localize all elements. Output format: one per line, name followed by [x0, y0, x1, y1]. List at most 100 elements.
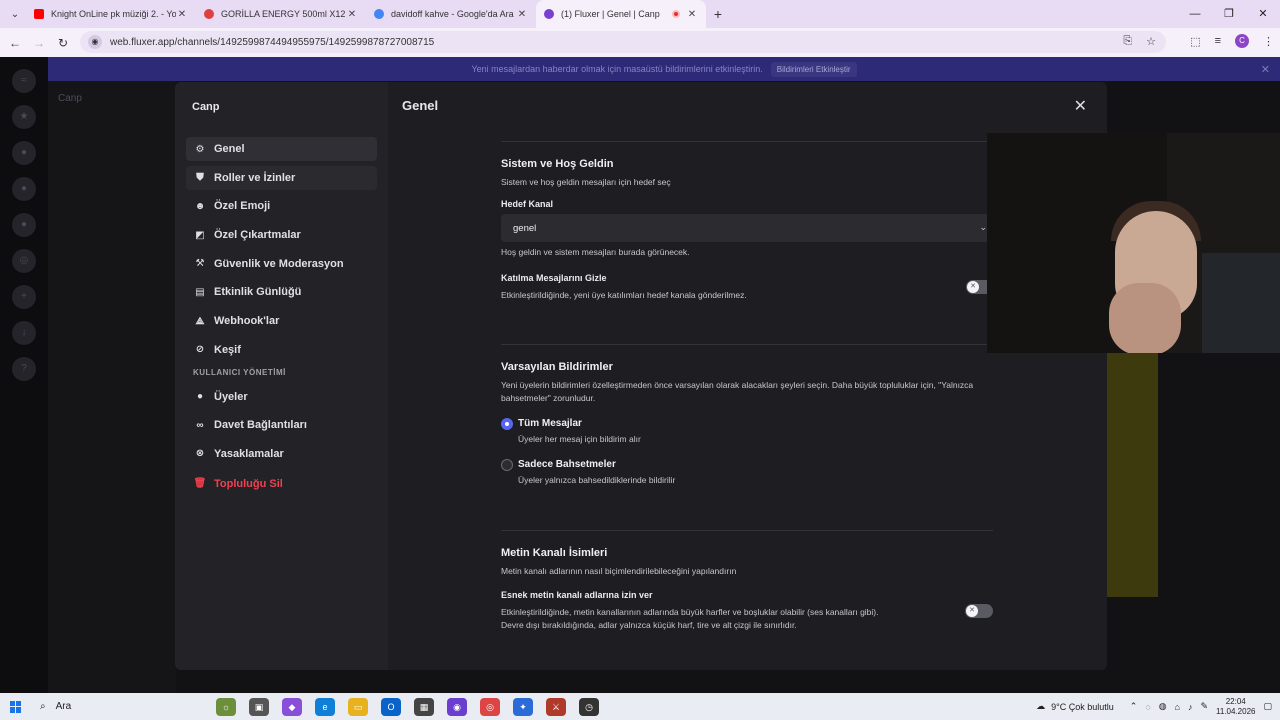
target-channel-select[interactable]: genel ⌄ [501, 214, 991, 242]
flex-names-desc: Devre dışı bırakıldığında, adlar yalnızc… [501, 620, 797, 630]
nav-item-invites[interactable]: ∞ Davet Bağlantıları [186, 413, 377, 437]
weather-widget[interactable]: ☁ 9°C Çok bulutlu [1036, 701, 1114, 712]
install-app-icon[interactable]: ⎘ [1123, 35, 1132, 48]
address-bar[interactable]: ◉ web.fluxer.app/channels/14925998744949… [80, 31, 1166, 53]
network-icon[interactable]: ⌂ [1175, 702, 1180, 712]
maximize-icon[interactable]: ❐ [1212, 0, 1246, 28]
window-close-icon[interactable]: ✕ [1246, 0, 1280, 28]
store-icon[interactable]: ▦ [414, 697, 434, 716]
delete-community-button[interactable]: 🗑 Topluluğu Sil [186, 472, 377, 496]
extensions-icon[interactable]: ⬚ [1190, 35, 1200, 48]
clock-date: 11.04.2026 [1216, 706, 1256, 716]
chevron-down-icon: ⌄ [979, 222, 987, 232]
app-icon[interactable]: ◷ [579, 697, 599, 716]
pen-icon[interactable]: ✎ [1200, 701, 1208, 712]
tray-icon[interactable]: ◌ [1145, 702, 1150, 712]
close-icon[interactable]: ✕ [176, 9, 188, 20]
server-icon[interactable]: ● [12, 213, 36, 237]
nav-label: Özel Çıkartmalar [214, 229, 301, 242]
nav-item-bans[interactable]: ⊗ Yasaklamalar [186, 442, 377, 466]
nav-item-stickers[interactable]: ◩ Özel Çıkartmalar [186, 223, 377, 247]
nav-label: Roller ve İzinler [214, 171, 296, 184]
fluxer-icon [544, 9, 554, 19]
file-explorer-icon[interactable]: ▭ [348, 697, 368, 716]
windows-start-icon[interactable] [10, 700, 22, 713]
star-icon[interactable]: ★ [12, 105, 36, 129]
minimize-icon[interactable]: — [1178, 0, 1212, 28]
close-icon[interactable]: ✕ [686, 9, 698, 20]
flex-names-toggle[interactable]: ✕ [965, 604, 993, 618]
notification-icon[interactable]: ▢ [1263, 701, 1272, 712]
enable-notifications-button[interactable]: Bildirimleri Etkinleştir [770, 61, 857, 77]
radio-mentions-only[interactable] [501, 459, 513, 471]
nav-item-audit-log[interactable]: ▤ Etkinlik Günlüğü [186, 280, 377, 304]
back-icon[interactable]: ← [3, 36, 27, 50]
taskbar-apps: ☼ ▣ ◆ e ▭ O ▦ ◉ ◎ ✦ ⚔ ◷ [216, 697, 599, 716]
chevron-up-icon[interactable]: ⌃ [1130, 701, 1138, 712]
section-desc-notifications: Yeni üyelerin bildirimleri özelleştirmed… [501, 380, 974, 403]
tray-icon[interactable]: ◍ [1159, 701, 1167, 712]
new-tab-button[interactable]: + [706, 6, 730, 22]
nav-item-members[interactable]: ● Üyeler [186, 385, 377, 409]
close-icon[interactable]: ✕ [1074, 96, 1087, 116]
copilot-icon[interactable]: ◆ [282, 697, 302, 716]
nav-item-moderation[interactable]: ⚒ Güvenlik ve Moderasyon [186, 252, 377, 276]
server-icon[interactable]: ● [12, 141, 36, 165]
help-icon[interactable]: ? [12, 357, 36, 381]
edge-icon[interactable]: e [315, 697, 335, 716]
add-server-icon[interactable]: + [12, 285, 36, 309]
flex-names-title: Esnek metin kanalı adlarına izin ver [501, 590, 653, 600]
radio-desc: Üyeler yalnızca bahsedildiklerinde bildi… [518, 475, 676, 485]
person-icon: ● [196, 391, 204, 402]
game-icon[interactable]: ⚔ [546, 697, 566, 716]
site-info-icon[interactable]: ◉ [88, 35, 102, 49]
browser-tab[interactable]: davidoff kahve - Google'da Ara ✕ [366, 0, 536, 28]
browser-tab-active[interactable]: (1) Fluxer | Genel | Canp ✕ [536, 0, 706, 28]
tab-search-icon[interactable]: ⌄ [4, 3, 26, 25]
widget-icon[interactable]: ☼ [216, 697, 236, 716]
task-view-icon[interactable]: ▣ [249, 697, 269, 716]
sticker-icon: ◩ [195, 229, 205, 241]
nav-item-roller[interactable]: ⛊ Roller ve İzinler [186, 165, 377, 190]
forward-icon[interactable]: → [27, 36, 51, 50]
settings-sidebar: Canp ⚙ Genel ⛊ Roller ve İzinler ☻ Özel … [175, 82, 388, 670]
profile-avatar[interactable]: C [1235, 34, 1249, 48]
close-icon[interactable]: ✕ [516, 9, 528, 20]
divider [501, 344, 993, 345]
browser-tab[interactable]: GORİLLA ENERGY 500ml X12 En ✕ [196, 0, 366, 28]
app-icon[interactable]: ✦ [513, 697, 533, 716]
bookmark-star-icon[interactable]: ☆ [1146, 35, 1156, 48]
nav-item-discovery[interactable]: ⊘ Keşif [186, 338, 377, 362]
home-icon[interactable]: ≈ [12, 69, 36, 93]
settings-server-title: Canp [192, 101, 220, 113]
nav-item-genel[interactable]: ⚙ Genel [186, 137, 377, 161]
google-icon [374, 9, 384, 19]
windows-taskbar: ⌕ Ara ☼ ▣ ◆ e ▭ O ▦ ◉ ◎ ✦ ⚔ ◷ ☁ 9°C Çok … [0, 693, 1280, 720]
download-icon[interactable]: ↓ [12, 321, 36, 345]
close-icon[interactable]: ✕ [1261, 63, 1270, 76]
taskbar-search[interactable]: ⌕ Ara [40, 701, 170, 712]
browser-toolbar: ← → ↻ ◉ web.fluxer.app/channels/14925998… [0, 28, 1280, 57]
youtube-icon [34, 9, 44, 19]
clock[interactable]: 22:04 11.04.2026 [1216, 697, 1255, 717]
webcam-hand [1109, 283, 1181, 353]
chrome-icon[interactable]: ◎ [480, 697, 500, 716]
section-desc-text-channels: Metin kanalı adlarının nasıl biçimlendir… [501, 566, 737, 576]
menu-icon[interactable]: ⋮ [1263, 35, 1274, 48]
shield-icon: ⛊ [196, 172, 204, 184]
browser-tab[interactable]: Knight OnLine pk müziği 2. - Yo ✕ [26, 0, 196, 28]
search-icon: ⌕ [40, 701, 46, 712]
close-icon[interactable]: ✕ [346, 9, 358, 20]
outlook-icon[interactable]: O [381, 697, 401, 716]
server-icon[interactable]: ● [12, 177, 36, 201]
trash-icon: 🗑 [193, 478, 207, 490]
discover-icon[interactable]: ◎ [12, 249, 36, 273]
nav-label: Webhook'lar [214, 315, 280, 328]
radio-all-messages[interactable] [501, 418, 513, 430]
media-icon[interactable]: ≡ [1215, 35, 1221, 47]
reload-icon[interactable]: ↻ [51, 36, 75, 50]
volume-icon[interactable]: ♪ [1188, 702, 1193, 712]
app-icon[interactable]: ◉ [447, 697, 467, 716]
nav-item-webhooks[interactable]: ⟁ Webhook'lar [186, 309, 377, 333]
nav-item-emoji[interactable]: ☻ Özel Emoji [186, 194, 377, 218]
